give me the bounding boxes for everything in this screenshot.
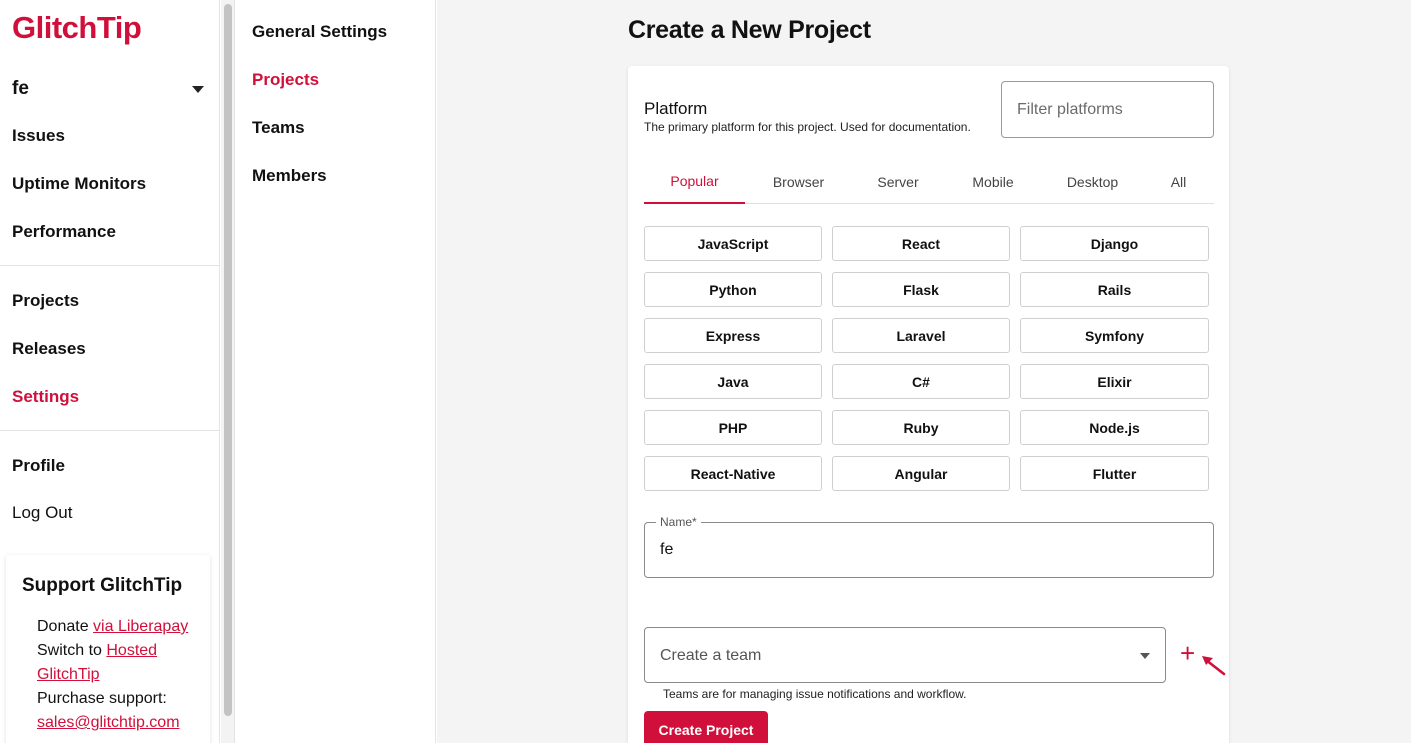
add-team-button[interactable]: + (1180, 640, 1195, 666)
tab-popular[interactable]: Popular (644, 160, 745, 204)
sidebar-item-logout[interactable]: Log Out (12, 503, 73, 523)
tab-browser[interactable]: Browser (745, 160, 852, 204)
support-title: Support GlitchTip (22, 575, 183, 596)
sidebar-item-profile[interactable]: Profile (12, 456, 65, 476)
subnav-item-members[interactable]: Members (252, 166, 327, 186)
sidebar: GlitchTip fe Issues Uptime Monitors Perf… (0, 0, 220, 743)
platform-button-react-native[interactable]: React-Native (644, 456, 822, 491)
sidebar-item-uptime-monitors[interactable]: Uptime Monitors (12, 174, 146, 194)
name-field-label: Name* (656, 515, 701, 529)
create-project-button[interactable]: Create Project (644, 711, 768, 743)
org-switcher[interactable]: fe (12, 77, 208, 101)
tab-server[interactable]: Server (852, 160, 944, 204)
platform-button-rails[interactable]: Rails (1020, 272, 1209, 307)
team-select-placeholder: Create a team (660, 647, 762, 664)
sidebar-item-projects[interactable]: Projects (12, 291, 79, 311)
liberapay-link[interactable]: via Liberapay (93, 618, 188, 635)
platform-button-django[interactable]: Django (1020, 226, 1209, 261)
platform-button-express[interactable]: Express (644, 318, 822, 353)
platform-button-csharp[interactable]: C# (832, 364, 1010, 399)
project-name-field[interactable]: Name* fe (644, 515, 1214, 578)
sidebar-divider (0, 265, 220, 266)
platform-button-php[interactable]: PHP (644, 410, 822, 445)
team-help-text: Teams are for managing issue notificatio… (663, 687, 967, 701)
switch-text: Switch to (37, 642, 107, 659)
support-donate: Donate via Liberapay (22, 615, 194, 639)
platform-button-react[interactable]: React (832, 226, 1010, 261)
sidebar-item-issues[interactable]: Issues (12, 126, 65, 146)
donate-text: Donate (37, 618, 94, 635)
project-name-value: fe (660, 541, 674, 558)
sidebar-scrollbar[interactable] (221, 0, 235, 743)
platform-button-java[interactable]: Java (644, 364, 822, 399)
platform-button-laravel[interactable]: Laravel (832, 318, 1010, 353)
subnav-item-teams[interactable]: Teams (252, 118, 305, 138)
subnav-item-projects[interactable]: Projects (252, 70, 319, 90)
platform-button-symfony[interactable]: Symfony (1020, 318, 1209, 353)
platform-label: Platform (644, 99, 708, 118)
filter-platforms-input[interactable] (1001, 81, 1214, 138)
create-project-card: Platform The primary platform for this p… (628, 66, 1229, 743)
platform-button-javascript[interactable]: JavaScript (644, 226, 822, 261)
chevron-down-icon (1140, 653, 1150, 659)
page-title: Create a New Project (628, 16, 871, 44)
chevron-down-icon (192, 85, 204, 93)
sidebar-item-releases[interactable]: Releases (12, 339, 86, 359)
annotation-arrow-icon (1202, 656, 1226, 676)
platform-button-python[interactable]: Python (644, 272, 822, 307)
platform-button-flask[interactable]: Flask (832, 272, 1010, 307)
platform-button-ruby[interactable]: Ruby (832, 410, 1010, 445)
tab-desktop[interactable]: Desktop (1042, 160, 1143, 204)
platform-description: The primary platform for this project. U… (644, 120, 971, 134)
team-select[interactable]: Create a team (644, 627, 1166, 683)
platform-button-nodejs[interactable]: Node.js (1020, 410, 1209, 445)
glitchtip-logo[interactable]: GlitchTip (12, 10, 142, 46)
support-card: Support GlitchTip Donate via Liberapay S… (6, 555, 210, 743)
tab-all[interactable]: All (1143, 160, 1214, 204)
subnav-item-general-settings[interactable]: General Settings (252, 22, 387, 42)
org-name: fe (12, 78, 29, 99)
support-switch: Switch to Hosted GlitchTip (22, 639, 194, 687)
scrollbar-thumb[interactable] (224, 4, 232, 716)
sales-email-link[interactable]: sales@glitchtip.com (37, 714, 180, 731)
sidebar-divider (0, 430, 220, 431)
platform-button-angular[interactable]: Angular (832, 456, 1010, 491)
sidebar-item-settings[interactable]: Settings (12, 387, 79, 407)
support-purchase: Purchase support: (37, 690, 167, 707)
main-content: Create a New Project Platform The primar… (437, 0, 1411, 743)
sidebar-item-performance[interactable]: Performance (12, 222, 116, 242)
platform-button-flutter[interactable]: Flutter (1020, 456, 1209, 491)
platform-tabs: Popular Browser Server Mobile Desktop Al… (644, 160, 1214, 204)
settings-subnav: General Settings Projects Teams Members (236, 0, 436, 743)
support-email-row: sales@glitchtip.com (22, 711, 194, 735)
tab-mobile[interactable]: Mobile (944, 160, 1042, 204)
platform-button-elixir[interactable]: Elixir (1020, 364, 1209, 399)
